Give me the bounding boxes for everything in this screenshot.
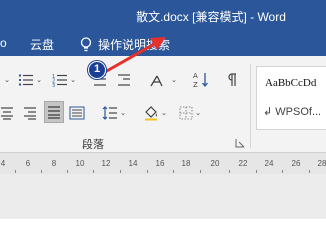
numbering-icon: 1 2 3 [52, 74, 68, 87]
borders-button[interactable]: ⌄ [176, 102, 204, 124]
svg-text:A: A [193, 72, 198, 80]
chevron-down-icon: ⌄ [120, 110, 126, 117]
chinese-layout-icon [150, 75, 163, 87]
increase-indent-button[interactable] [116, 69, 132, 91]
ruler-label: 10 [75, 159, 85, 168]
ruler-minor-tick [282, 170, 283, 173]
line-spacing-icon [102, 106, 118, 120]
ruler-minor-tick [309, 170, 310, 173]
ruler-label: 26 [291, 159, 301, 168]
menu-cloud[interactable]: 云盘 [30, 36, 54, 53]
ruler-minor-tick [15, 170, 16, 173]
numbering-button[interactable]: 1 2 3 ⌄ [50, 69, 78, 91]
ruler-label: 18 [181, 159, 191, 168]
ruler-label: 22 [238, 159, 248, 168]
show-formatting-marks-button[interactable] [222, 69, 240, 91]
chevron-down-icon: ⌄ [195, 110, 201, 117]
increase-indent-icon [118, 74, 130, 86]
style-wps-office[interactable]: ↲ WPSOf... [263, 105, 321, 118]
shading-button[interactable]: ⌄ [140, 102, 170, 124]
lightbulb-icon [80, 36, 92, 51]
sort-az-icon: A Z [193, 72, 208, 89]
tell-me-label: 操作说明搜索 [98, 37, 171, 52]
ruler-label: 14 [128, 159, 138, 168]
style-normal[interactable]: AaBbCcDd [265, 77, 316, 89]
ruler-label: 6 [25, 159, 31, 168]
menu-item-partial[interactable]: о [0, 36, 7, 50]
ruler-label: 8 [51, 159, 57, 168]
ruler-label: 20 [210, 159, 220, 168]
dialog-launcher-icon[interactable] [235, 138, 245, 148]
ruler-minor-tick [93, 170, 94, 173]
paragraph-group-label: 段落 [82, 139, 104, 151]
styles-gallery[interactable]: AaBbCcDd ↲ WPSOf... [256, 66, 326, 130]
ruler-minor-tick [256, 170, 257, 173]
align-right-icon [24, 107, 36, 120]
chinese-layout-button[interactable]: ⌄ [146, 69, 180, 91]
justify-button[interactable] [44, 101, 64, 123]
ruler-label: 4 [0, 159, 6, 168]
group-divider [250, 64, 251, 148]
distributed-icon [69, 106, 85, 120]
chevron-down-icon: ⌄ [171, 77, 177, 84]
ruler-label: 16 [155, 159, 165, 168]
svg-text:3: 3 [52, 83, 55, 87]
ruler-minor-tick [229, 170, 230, 173]
document-area[interactable] [0, 174, 326, 219]
bullets-icon [19, 74, 34, 86]
ruler-minor-tick [147, 170, 148, 173]
paint-bucket-icon [145, 106, 158, 121]
ruler-minor-tick [120, 170, 121, 173]
svg-text:Z: Z [193, 81, 198, 89]
chevron-down-icon: ⌄ [161, 110, 167, 117]
ruler-minor-tick [200, 170, 201, 173]
justify-icon [48, 106, 60, 119]
window-title: 散文.docx [兼容模式] - Word [136, 10, 286, 24]
ruler-minor-tick [173, 170, 174, 173]
menu-bar: о 云盘 操作说明搜索 [0, 32, 326, 56]
ruler-minor-tick [41, 170, 42, 173]
ruler-label: 12 [101, 159, 111, 168]
ruler-minor-tick [67, 170, 68, 173]
chevron-down-icon: ⌄ [4, 77, 10, 84]
chevron-down-icon: ⌄ [70, 77, 76, 84]
paragraph-mark-icon [228, 73, 236, 86]
line-spacing-button[interactable]: ⌄ [100, 102, 128, 124]
align-right-button[interactable] [22, 102, 38, 124]
ruler-label: 28 [317, 159, 326, 168]
ribbon-paragraph-area: ⌄ ⌄ 1 2 3 ⌄ ⌄ A Z ⌄ ⌄ ⌄ 段落 AaBbCcDd ↲ WP… [0, 56, 326, 152]
sort-button[interactable]: A Z [192, 69, 210, 91]
step-badge: 1 [88, 61, 106, 79]
title-bar: 散文.docx [兼容模式] - Word [0, 0, 326, 32]
distributed-button[interactable] [68, 102, 86, 124]
borders-icon [179, 106, 193, 120]
chevron-down-icon: ⌄ [36, 77, 42, 84]
horizontal-ruler[interactable]: 4 6 8 10 12 14 16 18 20 22 24 26 28 [0, 152, 326, 174]
ruler-label: 24 [264, 159, 274, 168]
previous-dropdown-caret[interactable]: ⌄ [0, 69, 12, 91]
align-center-icon [1, 107, 13, 120]
align-center-button[interactable] [0, 102, 14, 124]
bullets-button[interactable]: ⌄ [16, 69, 44, 91]
tell-me-search[interactable]: 操作说明搜索 [80, 35, 170, 53]
